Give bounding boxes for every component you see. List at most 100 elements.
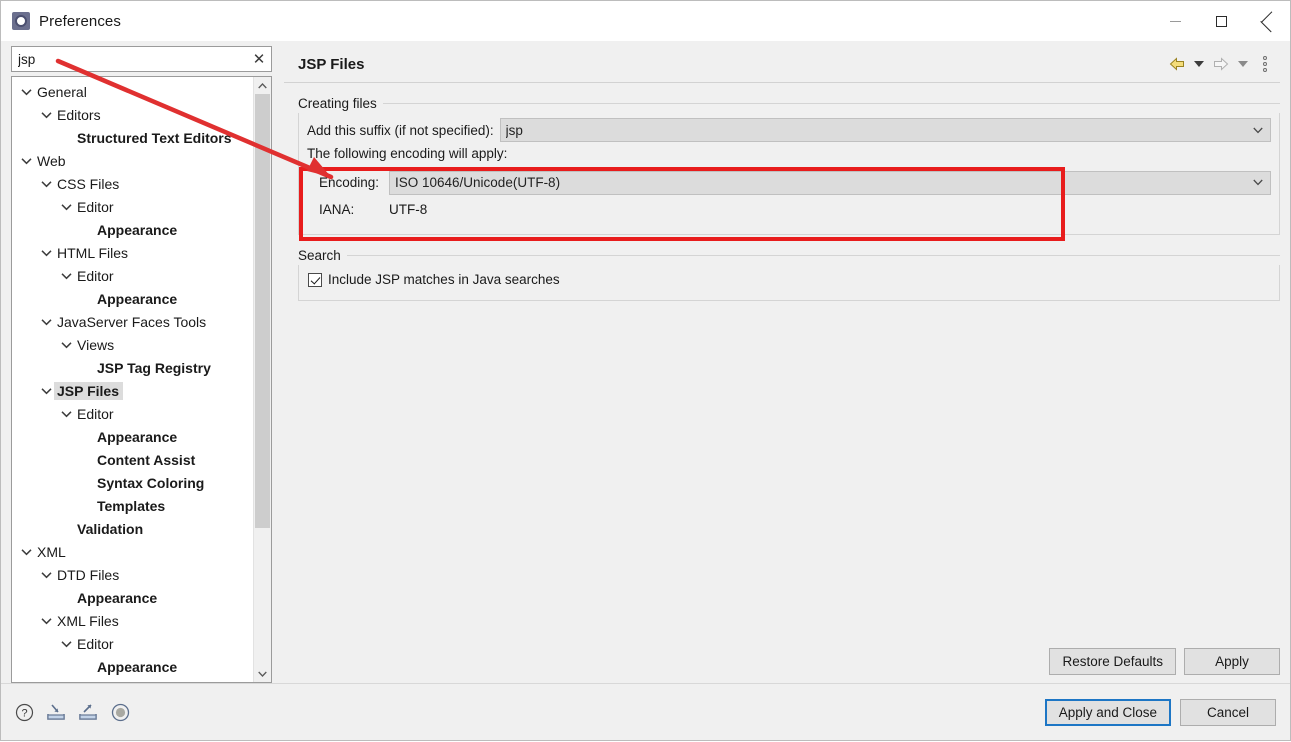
chevron-down-icon[interactable]	[58, 341, 74, 349]
chevron-down-icon	[1253, 172, 1263, 194]
scroll-thumb[interactable]	[255, 94, 270, 528]
chevron-down-icon[interactable]	[38, 111, 54, 119]
tree-item-jsp-files[interactable]: JSP Files	[12, 379, 253, 402]
chevron-down-icon[interactable]	[58, 203, 74, 211]
back-history-dropdown[interactable]	[1189, 53, 1208, 75]
cancel-button[interactable]: Cancel	[1180, 698, 1276, 726]
tree-item-syntax-coloring[interactable]: Syntax Coloring	[12, 471, 253, 494]
tree-item-editor[interactable]: Editor	[12, 632, 253, 655]
tree-item-label: Editor	[77, 405, 114, 422]
chevron-down-icon[interactable]	[38, 318, 54, 326]
creating-files-group-header: Creating files	[298, 93, 1280, 113]
include-jsp-matches-checkbox[interactable]	[308, 272, 322, 287]
apply-button[interactable]: Apply	[1184, 648, 1280, 675]
chevron-down-icon	[1193, 61, 1204, 67]
forward-history-dropdown[interactable]	[1233, 53, 1252, 75]
filter-search-box[interactable]: ✕	[11, 46, 272, 72]
maximize-icon	[1215, 15, 1227, 27]
search-input[interactable]	[12, 48, 247, 70]
chevron-down-icon[interactable]	[18, 88, 34, 96]
tree-item-dtd-files[interactable]: DTD Files	[12, 563, 253, 586]
restore-defaults-button[interactable]: Restore Defaults	[1049, 648, 1176, 675]
tree-item-web[interactable]: Web	[12, 149, 253, 172]
record-icon[interactable]	[109, 701, 131, 723]
encoding-label: Encoding:	[319, 175, 380, 190]
chevron-down-icon[interactable]	[38, 180, 54, 188]
chevron-down-icon[interactable]	[18, 157, 34, 165]
tree-item-general[interactable]: General	[12, 80, 253, 103]
include-jsp-matches-label: Include JSP matches in Java searches	[328, 272, 560, 287]
tree-item-xml[interactable]: XML	[12, 540, 253, 563]
search-group-body: Include JSP matches in Java searches	[298, 265, 1280, 301]
tree-item-javaserver-faces-tools[interactable]: JavaServer Faces Tools	[12, 310, 253, 333]
chevron-down-icon[interactable]	[38, 387, 54, 395]
suffix-row: Add this suffix (if not specified): jsp	[307, 117, 1271, 143]
page-title: JSP Files	[298, 55, 365, 73]
tree-item-structured-text-editors[interactable]: Structured Text Editors	[12, 126, 253, 149]
encoding-row: Encoding: ISO 10646/Unicode(UTF-8)	[307, 169, 1271, 196]
creating-files-group-body: Add this suffix (if not specified): jsp …	[298, 113, 1280, 235]
encoding-value: ISO 10646/Unicode(UTF-8)	[395, 175, 561, 190]
maximize-button[interactable]	[1198, 1, 1244, 41]
page-toolbar	[1167, 46, 1274, 82]
minimize-button[interactable]	[1152, 1, 1198, 41]
back-arrow-icon[interactable]	[1167, 53, 1186, 75]
tree-scrollbar[interactable]	[253, 77, 271, 682]
tree-item-appearance[interactable]: Appearance	[12, 655, 253, 678]
help-icon[interactable]: ?	[13, 701, 35, 723]
tree-item-css-files[interactable]: CSS Files	[12, 172, 253, 195]
tree-item-label: Syntax Coloring	[97, 474, 205, 491]
clear-icon[interactable]: ✕	[247, 47, 271, 71]
close-button[interactable]	[1244, 1, 1290, 41]
view-menu-icon[interactable]	[1255, 53, 1274, 75]
encoding-combo[interactable]: ISO 10646/Unicode(UTF-8)	[389, 170, 1271, 195]
include-jsp-matches-row[interactable]: Include JSP matches in Java searches	[307, 269, 1271, 291]
apply-and-close-button[interactable]: Apply and Close	[1044, 698, 1171, 726]
tree-item-editor[interactable]: Editor	[12, 264, 253, 287]
tree-item-appearance[interactable]: Appearance	[12, 218, 253, 241]
tree-item-appearance[interactable]: Appearance	[12, 287, 253, 310]
tree-item-label: JavaServer Faces Tools	[57, 313, 207, 330]
footer-icon-bar: ?	[13, 701, 131, 723]
chevron-down-icon[interactable]	[38, 617, 54, 625]
tree-item-editors[interactable]: Editors	[12, 103, 253, 126]
chevron-down-icon[interactable]	[38, 571, 54, 579]
tree-item-appearance[interactable]: Appearance	[12, 586, 253, 609]
tree-item-content-assist[interactable]: Content Assist	[12, 448, 253, 471]
window-title: Preferences	[39, 12, 121, 30]
scroll-down-button[interactable]	[254, 665, 271, 682]
chevron-down-icon[interactable]	[58, 640, 74, 648]
preferences-dialog: Preferences ✕ General Editors Structured T…	[0, 0, 1291, 741]
tree-item-label: Editor	[77, 198, 114, 215]
tree-item-xml-files[interactable]: XML Files	[12, 609, 253, 632]
title-bar: Preferences	[1, 1, 1290, 41]
minimize-icon	[1169, 20, 1181, 22]
tree-item-label: Appearance	[77, 589, 158, 606]
suffix-combo[interactable]: jsp	[499, 118, 1271, 142]
chevron-down-icon[interactable]	[58, 410, 74, 418]
chevron-down-icon[interactable]	[18, 548, 34, 556]
chevron-down-icon[interactable]	[58, 272, 74, 280]
preference-tree-list: General Editors Structured Text Editors Web…	[12, 77, 253, 682]
navigation-pane: ✕ General Editors Structured Text Editors W…	[1, 41, 282, 683]
chevron-down-icon[interactable]	[38, 249, 54, 257]
page-content: Creating files Add this suffix (if not s…	[284, 83, 1280, 648]
forward-arrow-icon[interactable]	[1211, 53, 1230, 75]
page-action-buttons: Restore Defaults Apply	[284, 648, 1280, 683]
preference-tree[interactable]: General Editors Structured Text Editors Web…	[11, 76, 272, 683]
tree-item-validation[interactable]: Validation	[12, 517, 253, 540]
tree-item-editor[interactable]: Editor	[12, 402, 253, 425]
tree-item-label: HTML Files	[57, 244, 129, 261]
import-icon[interactable]	[45, 701, 67, 723]
tree-item-appearance[interactable]: Appearance	[12, 425, 253, 448]
tree-item-views[interactable]: Views	[12, 333, 253, 356]
tree-item-html-files[interactable]: HTML Files	[12, 241, 253, 264]
tree-item-editor[interactable]: Editor	[12, 195, 253, 218]
scroll-track[interactable]	[254, 94, 271, 665]
encoding-note: The following encoding will apply:	[307, 146, 508, 161]
scroll-up-button[interactable]	[254, 77, 271, 94]
export-icon[interactable]	[77, 701, 99, 723]
dialog-action-buttons: Apply and Close Cancel	[1044, 698, 1276, 726]
tree-item-jsp-tag-registry[interactable]: JSP Tag Registry	[12, 356, 253, 379]
tree-item-templates[interactable]: Templates	[12, 494, 253, 517]
